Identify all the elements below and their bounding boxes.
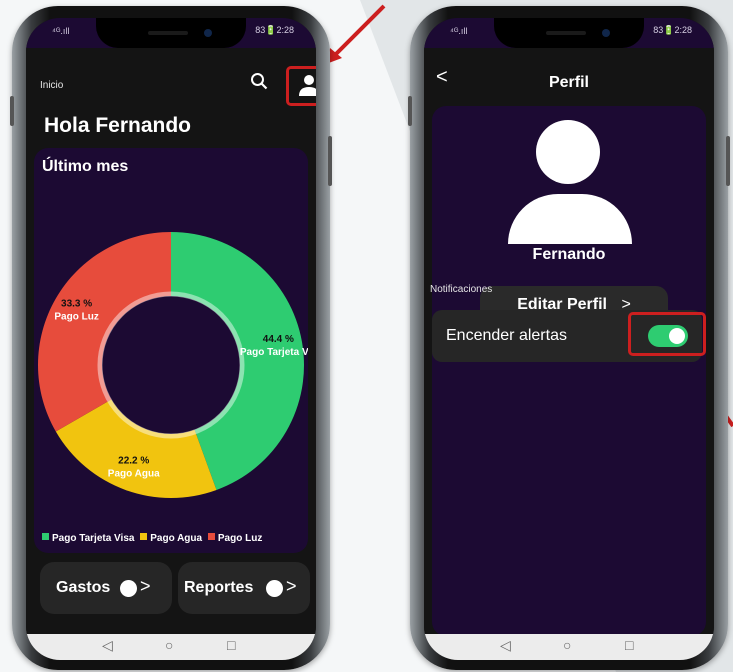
profile-name: Fernando [532,246,606,263]
slice-name-label: Pago Tarjeta Vis [240,347,308,358]
signal-indicator: ⁴ᴳ.ıll [450,26,468,36]
slice-name-label: Pago Luz [54,312,98,323]
chevron-right-icon: > [286,576,297,596]
system-navbar: ◁ ○ □ [424,634,714,660]
battery-level: 83 [653,25,664,35]
avatar-body-icon [508,194,632,244]
greeting: Hola Fernando [44,114,192,137]
profile-card: Fernando Editar Perfil > [432,106,706,636]
nav-recents-icon[interactable]: □ [625,637,633,653]
alerts-toggle[interactable] [648,325,688,347]
slice-value-label: 33.3 % [61,299,92,310]
phone-profile: ⁴ᴳ.ıll 83🔋2:28 < Perfil Fernando Editar … [408,6,730,670]
nav-back-icon[interactable]: ◁ [500,637,511,654]
volume-button [408,96,412,126]
alerts-label: Encender alertas [446,327,567,344]
legend-swatch-visa [42,533,49,540]
toggle-knob [669,328,685,344]
profile-view: < Perfil Fernando Editar Perfil > Notifi… [424,48,714,638]
slice-value-label: 22.2 % [118,455,149,466]
nav-back-icon[interactable]: ◁ [102,637,113,654]
speaker [148,31,188,35]
reportes-dot-icon [266,580,283,597]
gastos-dot-icon [120,580,137,597]
donut-hole [103,297,239,433]
chart-legend: Pago Tarjeta Visa Pago Agua Pago Luz [42,533,262,544]
screen-home: ⁴ᴳ.ıll 83🔋2:28 Inicio Hola Fernando Últi… [26,18,316,660]
slice-name-label: Pago Agua [108,468,160,479]
legend-swatch-agua [140,533,148,540]
alerts-row: Encender alertas [432,310,706,362]
user-icon[interactable] [294,72,316,100]
speaker [546,31,586,35]
screen-profile: ⁴ᴳ.ıll 83🔋2:28 < Perfil Fernando Editar … [424,18,714,660]
search-icon[interactable] [250,72,268,90]
gastos-button[interactable]: Gastos > [40,562,172,614]
chart-card: Último mes 44.4 %Pago Tarjeta Vis22.2 %P… [34,148,308,553]
gastos-label: Gastos [56,579,111,596]
battery-level: 83 [255,25,266,35]
home-view: Inicio Hola Fernando Último mes 44.4 % Pa… [26,48,316,638]
clock: 2:28 [674,25,692,35]
system-navbar: ◁ ○ □ [26,634,316,660]
slice-value-label: 44.4 % [263,334,294,345]
nav-recents-icon[interactable]: □ [227,637,235,653]
notch [494,18,644,48]
legend-item-visa: Pago Tarjeta Visa [52,533,135,544]
legend-item-agua: Pago Agua [150,533,203,544]
volume-button [10,96,14,126]
power-button [726,136,730,186]
page-title: Perfil [548,74,589,91]
camera [204,29,212,37]
signal-indicator: ⁴ᴳ.ıll [52,26,70,36]
phone-home: ⁴ᴳ.ıll 83🔋2:28 Inicio Hola Fernando Últi… [10,6,332,670]
legend-swatch-luz [207,533,215,540]
reportes-label: Reportes [184,579,254,596]
donut-chart: 44.4 % Pago Tarjeta Vis 22.2 % Pago Agua 33.… [38,232,308,498]
status-time: 83🔋2:28 [653,25,692,35]
page-label: Inicio [40,80,64,91]
nav-home-icon[interactable]: ○ [165,637,173,653]
nav-home-icon[interactable]: ○ [563,637,571,653]
notch [96,18,246,48]
notifications-heading: Notificaciones [430,284,493,295]
avatar-icon [536,120,600,184]
status-time: 83🔋2:28 [255,25,294,35]
reportes-button[interactable]: Reportes > [178,562,310,614]
legend-item-luz: Pago Luz [217,533,263,544]
power-button [328,136,332,186]
clock: 2:28 [276,25,294,35]
chevron-right-icon: > [140,576,151,596]
camera [602,29,610,37]
